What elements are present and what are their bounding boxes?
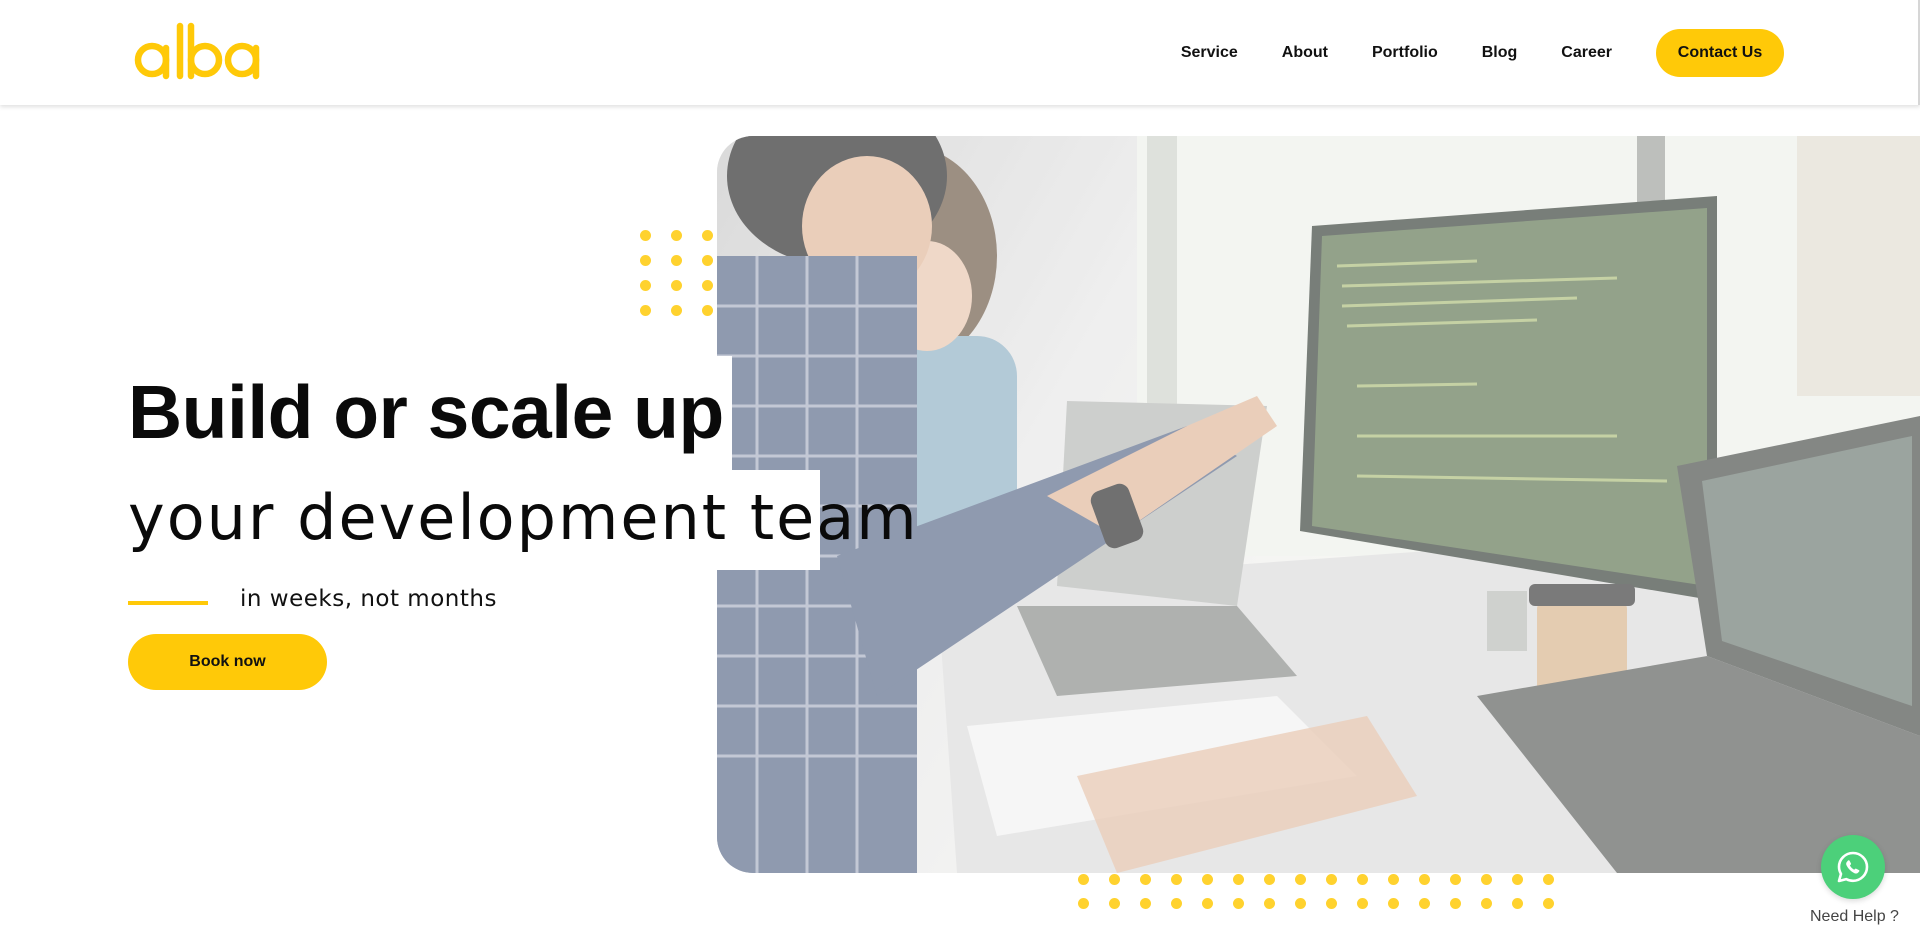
- site-header: Service About Portfolio Blog Career Cont…: [0, 0, 1920, 105]
- whatsapp-icon: [1837, 851, 1869, 883]
- contact-us-button[interactable]: Contact Us: [1656, 28, 1784, 77]
- nav-portfolio[interactable]: Portfolio: [1372, 44, 1438, 62]
- hero-headline-light: your development team: [128, 481, 919, 554]
- nav-service[interactable]: Service: [1181, 44, 1238, 62]
- decorative-dots-bottom: [1078, 874, 1554, 909]
- nav-blog[interactable]: Blog: [1482, 44, 1518, 62]
- book-now-button[interactable]: Book now: [128, 634, 327, 690]
- hero-headline-bold: Build or scale up: [128, 370, 724, 454]
- alba-logo[interactable]: [134, 20, 264, 82]
- nav-about[interactable]: About: [1282, 44, 1328, 62]
- main-nav: Service About Portfolio Blog Career Cont…: [1181, 0, 1920, 105]
- accent-divider: [128, 601, 208, 605]
- hero-subline: in weeks, not months: [240, 586, 497, 612]
- decorative-dots-top: [640, 230, 713, 316]
- nav-career[interactable]: Career: [1561, 44, 1612, 62]
- need-help-label[interactable]: Need Help ?: [1810, 908, 1899, 926]
- whatsapp-help-button[interactable]: [1821, 835, 1885, 899]
